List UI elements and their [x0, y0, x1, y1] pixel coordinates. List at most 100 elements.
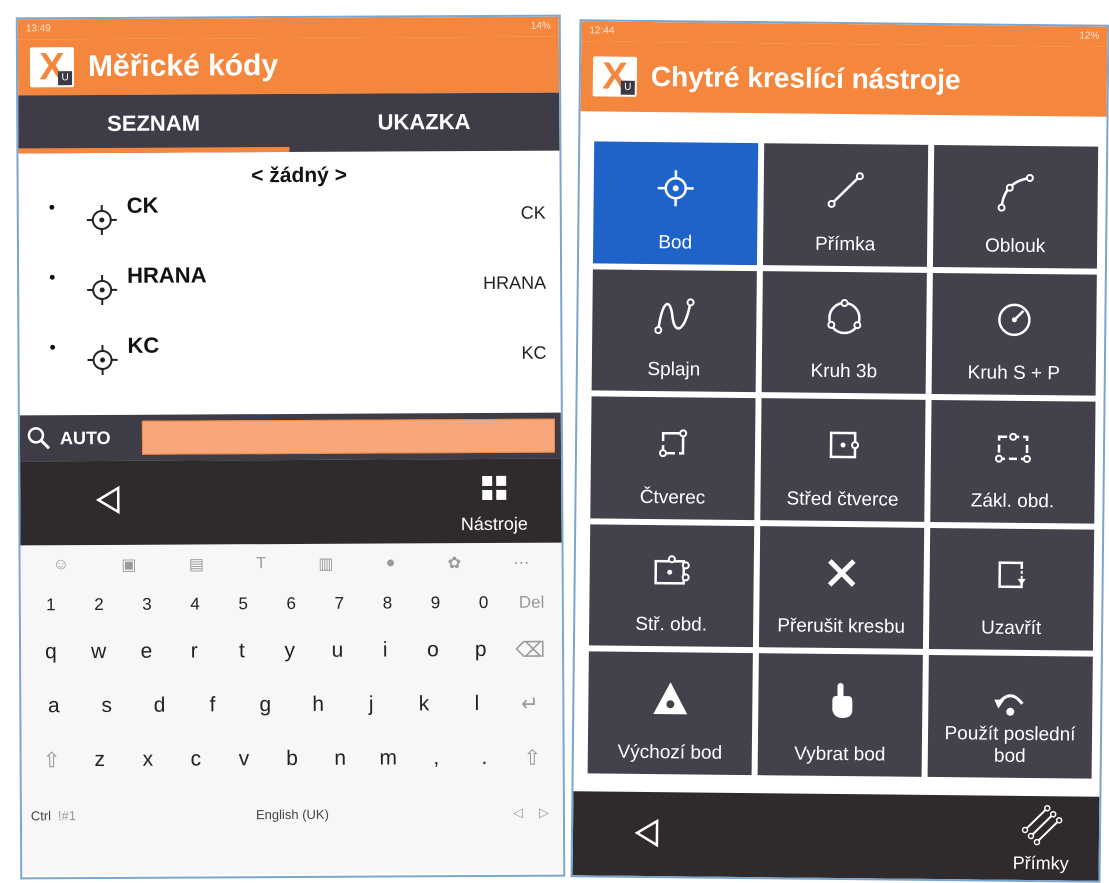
tab-bar: SEZNAM UKAZKA: [18, 92, 560, 154]
delete-key[interactable]: Del: [519, 593, 545, 613]
key[interactable]: 7: [326, 594, 352, 614]
keyboard-row-1: q w e r t y u i o p ⌫: [27, 623, 556, 680]
lines-button[interactable]: Přímky: [1013, 802, 1070, 875]
tool-bod[interactable]: Bod: [592, 141, 759, 265]
arc-icon: [995, 172, 1035, 217]
key[interactable]: p: [468, 638, 494, 662]
status-battery: 14%: [530, 20, 551, 32]
tool-uzavrit[interactable]: Uzavřít: [928, 527, 1095, 652]
key[interactable]: d: [147, 694, 173, 718]
key[interactable]: q: [38, 640, 64, 664]
tab-seznam[interactable]: SEZNAM: [18, 94, 289, 153]
key[interactable]: ,: [423, 746, 449, 770]
key[interactable]: r: [181, 639, 207, 663]
clipboard-icon[interactable]: ▥: [318, 554, 333, 574]
square-icon: [653, 423, 693, 468]
tool-splajn[interactable]: Splajn: [591, 268, 757, 393]
ctrl-key[interactable]: Ctrl: [28, 808, 54, 823]
list-item[interactable]: • KC KC: [19, 327, 560, 400]
cursor-right-icon[interactable]: ▷: [531, 805, 557, 821]
item-code: KC: [127, 332, 160, 358]
list-item[interactable]: • CK CK: [19, 187, 560, 260]
search-input[interactable]: [141, 418, 556, 455]
key[interactable]: n: [327, 747, 353, 771]
tool-prerusit-kresbu[interactable]: Přerušit kresbu: [758, 525, 925, 650]
shift-icon[interactable]: ⇧: [39, 748, 65, 773]
key[interactable]: e: [133, 640, 159, 664]
key[interactable]: k: [411, 692, 437, 716]
key[interactable]: .: [471, 746, 497, 770]
key[interactable]: y: [277, 639, 303, 663]
tool-stred-ctverce[interactable]: Střed čtverce: [760, 398, 926, 522]
key[interactable]: z: [87, 748, 113, 772]
key[interactable]: v: [231, 747, 257, 771]
enter-icon[interactable]: ↵: [517, 691, 543, 716]
key[interactable]: s: [94, 694, 120, 718]
key[interactable]: 5: [230, 594, 256, 614]
key[interactable]: f: [199, 693, 225, 717]
key[interactable]: 9: [422, 593, 448, 613]
key[interactable]: i: [372, 638, 398, 662]
back-button[interactable]: [94, 485, 122, 520]
symbols-key[interactable]: !#1: [54, 808, 80, 823]
tool-primka[interactable]: Přímka: [762, 143, 929, 267]
backspace-icon[interactable]: ⌫: [515, 637, 545, 662]
tools-label: Nástroje: [460, 513, 528, 535]
key[interactable]: b: [279, 747, 305, 771]
back-button[interactable]: [633, 818, 661, 853]
tool-zakl-obd[interactable]: Zákl. obd.: [930, 400, 1096, 524]
sticker-icon[interactable]: ▣: [121, 555, 136, 575]
key[interactable]: l: [464, 692, 490, 716]
list-item-none[interactable]: < žádný >: [39, 163, 560, 190]
tool-vybrat-bod[interactable]: Vybrat bod: [757, 653, 923, 777]
tool-pouzit-posledni-bod[interactable]: Použít poslední bod: [927, 655, 1093, 779]
key[interactable]: 0: [471, 593, 497, 613]
tool-oblouk[interactable]: Oblouk: [932, 144, 1099, 269]
key[interactable]: c: [183, 747, 209, 771]
square-center-icon: [823, 425, 863, 470]
key[interactable]: 1: [38, 595, 64, 615]
key[interactable]: 2: [86, 595, 112, 615]
key[interactable]: 8: [374, 593, 400, 613]
page-title: Měřické kódy: [87, 49, 279, 84]
emoji-icon[interactable]: ☺: [53, 556, 69, 574]
key[interactable]: g: [252, 693, 278, 717]
microphone-icon[interactable]: ●: [386, 554, 396, 572]
tool-vychozi-bod[interactable]: Výchozí bod: [587, 651, 753, 776]
tools-button[interactable]: Nástroje: [449, 475, 539, 535]
text-style-icon[interactable]: T: [256, 555, 266, 573]
search-icon: [27, 427, 51, 450]
list-item[interactable]: • HRANA HRANA: [19, 257, 560, 330]
tool-ctverec[interactable]: Čtverec: [590, 396, 756, 520]
space-key[interactable]: English (UK): [80, 805, 505, 822]
key[interactable]: w: [86, 640, 112, 664]
keyboard-bottom-row: Ctrl !#1 English (UK) ◁ ▷: [28, 785, 557, 844]
key[interactable]: a: [41, 694, 67, 718]
key[interactable]: h: [305, 693, 331, 717]
more-icon[interactable]: ⋯: [513, 553, 529, 573]
status-time: 13:49: [25, 23, 51, 35]
page-title: Chytré kreslící nástroje: [650, 61, 961, 96]
key[interactable]: o: [420, 638, 446, 662]
key[interactable]: t: [229, 639, 255, 663]
key[interactable]: j: [358, 693, 384, 717]
key[interactable]: m: [375, 746, 401, 770]
key[interactable]: 6: [278, 594, 304, 614]
point-target-icon: [85, 273, 119, 312]
key[interactable]: x: [135, 748, 161, 772]
cursor-left-icon[interactable]: ◁: [505, 805, 531, 821]
tool-kruh-s-p[interactable]: Kruh S + P: [931, 272, 1097, 396]
key[interactable]: u: [324, 639, 350, 663]
key[interactable]: 4: [182, 594, 208, 614]
tool-str-obd[interactable]: Stř. obd.: [588, 524, 755, 648]
left-screen: 13:49 14% XU Měřické kódy SEZNAM UKAZKA …: [15, 14, 566, 880]
gif-icon[interactable]: ▤: [189, 554, 204, 574]
shift-icon[interactable]: ⇧: [519, 745, 545, 770]
search-mode-button[interactable]: AUTO: [26, 425, 142, 452]
close-x-icon: [821, 553, 861, 598]
tab-ukazka[interactable]: UKAZKA: [289, 93, 560, 152]
settings-gear-icon[interactable]: ✿: [448, 553, 462, 573]
tool-kruh-3b[interactable]: Kruh 3b: [761, 270, 927, 395]
key[interactable]: 3: [134, 595, 160, 615]
tool-label: Stř. obd.: [635, 614, 708, 637]
